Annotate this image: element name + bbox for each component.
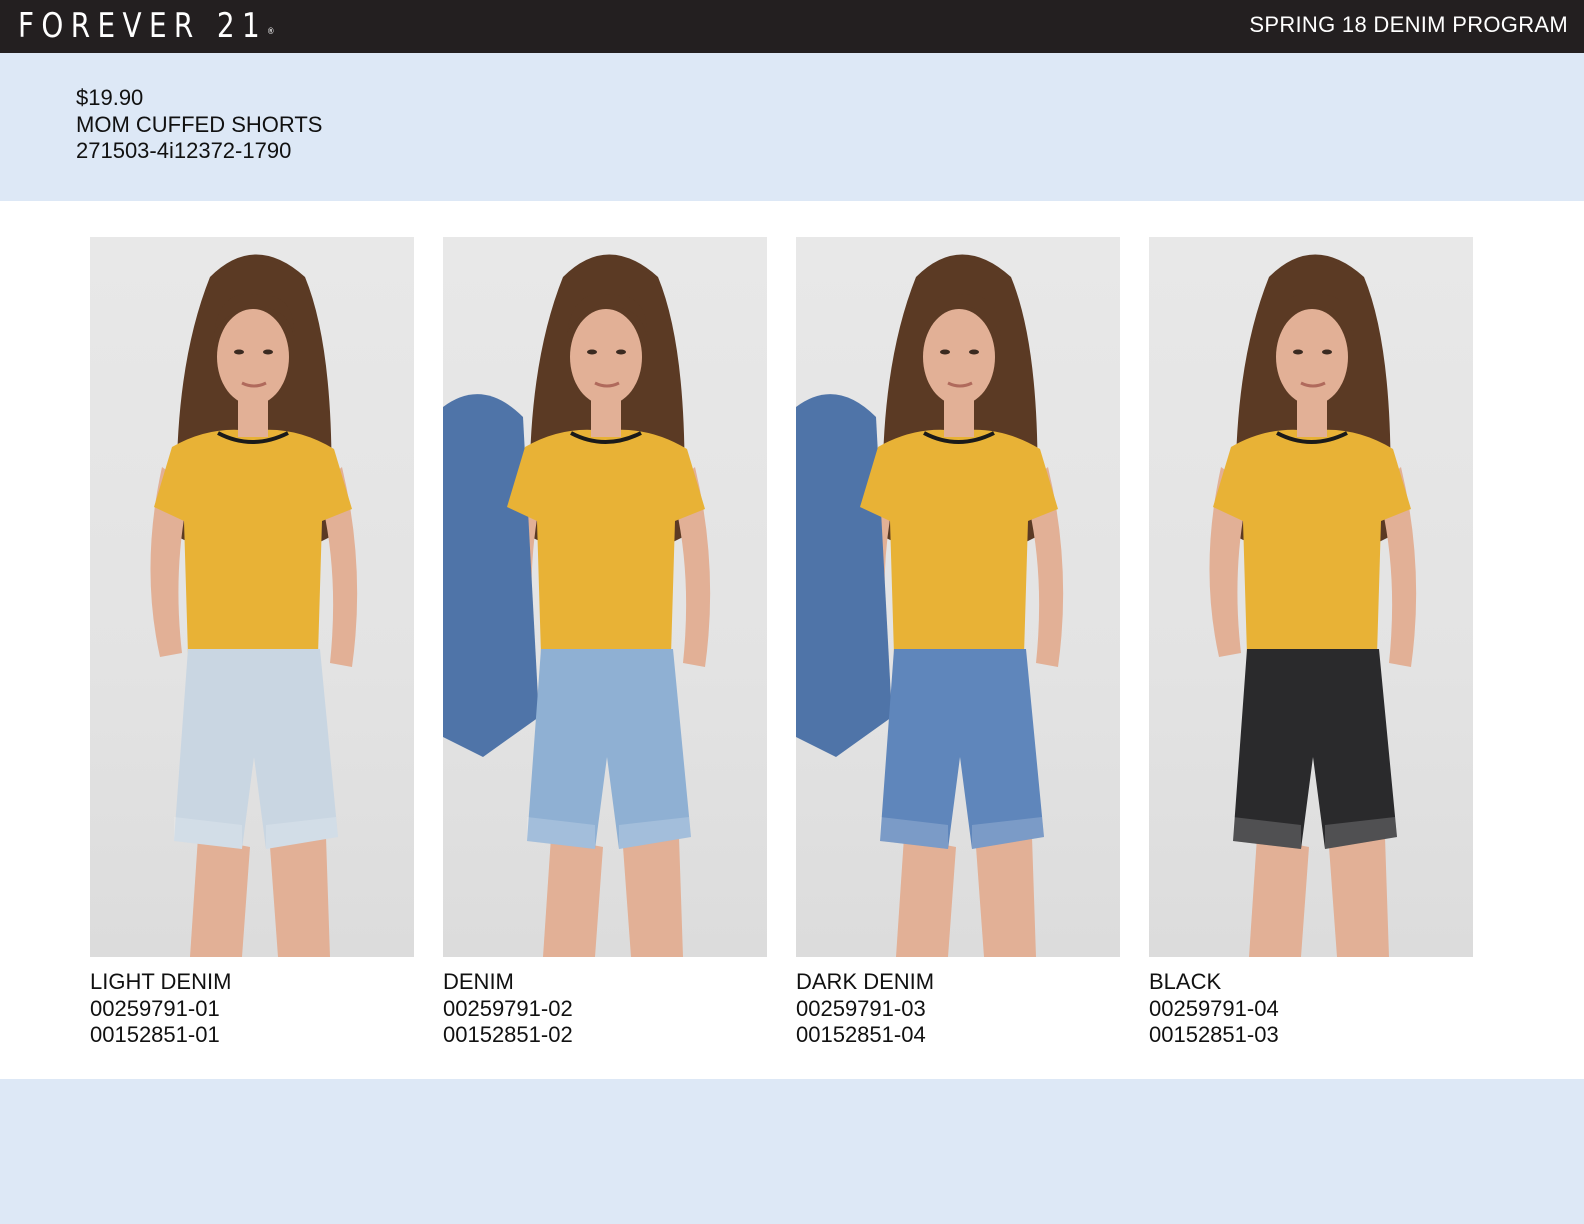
model-illustration	[150, 254, 358, 957]
variant-card-denim: DENIM 00259791-02 00152851-02	[443, 237, 767, 1049]
variant-code-primary: 00259791-03	[796, 995, 926, 1021]
variant-card-light-denim: LIGHT DENIM 00259791-01 00152851-01	[90, 237, 414, 1049]
variant-code-primary: 00259791-01	[90, 995, 220, 1021]
denim-shorts	[880, 649, 1044, 849]
variant-color-name: BLACK	[1149, 969, 1222, 994]
product-info-band: $19.90 MOM CUFFED SHORTS 271503-4i12372-…	[0, 53, 1584, 201]
variant-color-name: DENIM	[443, 969, 514, 994]
denim-shorts	[527, 649, 691, 849]
variant-photo	[443, 237, 767, 957]
variant-label: DENIM 00259791-02 00152851-02	[443, 969, 767, 1049]
face	[570, 309, 642, 405]
right-leg	[623, 837, 683, 957]
footer-band	[0, 1079, 1584, 1224]
face	[217, 309, 289, 405]
eye-left	[234, 349, 244, 355]
variant-color-name: DARK DENIM	[796, 969, 935, 994]
left-leg	[1249, 837, 1309, 957]
left-leg	[190, 837, 250, 957]
right-leg	[270, 837, 330, 957]
eye-right	[263, 349, 273, 355]
program-title: SPRING 18 DENIM PROGRAM	[1249, 12, 1568, 37]
variant-card-dark-denim: DARK DENIM 00259791-03 00152851-04	[796, 237, 1120, 1049]
denim-shorts	[1233, 649, 1397, 849]
model-illustration	[443, 254, 711, 957]
variant-code-primary: 00259791-02	[443, 995, 573, 1021]
brand-logo: FOREVER 21®	[18, 6, 275, 46]
brand-name: FOREVER 21	[18, 6, 268, 46]
yellow-tee	[507, 429, 705, 655]
variant-code-secondary: 00152851-04	[796, 1022, 926, 1047]
variant-color-name: LIGHT DENIM	[90, 969, 232, 994]
eye-right	[1322, 349, 1332, 355]
model-illustration	[1209, 254, 1417, 957]
variant-photo	[1149, 237, 1473, 957]
face	[1276, 309, 1348, 405]
variant-code-secondary: 00152851-03	[1149, 1022, 1279, 1047]
product-name: MOM CUFFED SHORTS	[76, 111, 323, 137]
product-style-number: 271503-4i12372-1790	[76, 138, 292, 163]
variant-label: BLACK 00259791-04 00152851-03	[1149, 969, 1473, 1049]
face	[923, 309, 995, 405]
yellow-tee	[1213, 429, 1411, 655]
eye-left	[940, 349, 950, 355]
right-leg	[976, 837, 1036, 957]
eye-right	[969, 349, 979, 355]
eye-right	[616, 349, 626, 355]
brand-registered-mark: ®	[267, 27, 275, 37]
variant-code-secondary: 00152851-02	[443, 1022, 573, 1047]
variant-label: LIGHT DENIM 00259791-01 00152851-01	[90, 969, 414, 1049]
variant-code-secondary: 00152851-01	[90, 1022, 220, 1047]
variant-code-primary: 00259791-04	[1149, 995, 1279, 1021]
denim-shorts	[174, 649, 338, 849]
eye-left	[587, 349, 597, 355]
variant-photo	[796, 237, 1120, 957]
eye-left	[1293, 349, 1303, 355]
variant-photo	[90, 237, 414, 957]
yellow-tee	[860, 429, 1058, 655]
product-price: $19.90	[76, 85, 144, 110]
yellow-tee	[154, 429, 352, 655]
left-leg	[543, 837, 603, 957]
variant-label: DARK DENIM 00259791-03 00152851-04	[796, 969, 1120, 1049]
top-bar: FOREVER 21® SPRING 18 DENIM PROGRAM	[0, 0, 1584, 53]
product-info: $19.90 MOM CUFFED SHORTS 271503-4i12372-…	[76, 85, 322, 165]
variant-card-black: BLACK 00259791-04 00152851-03	[1149, 237, 1473, 1049]
right-leg	[1329, 837, 1389, 957]
model-illustration	[796, 254, 1064, 957]
left-leg	[896, 837, 956, 957]
